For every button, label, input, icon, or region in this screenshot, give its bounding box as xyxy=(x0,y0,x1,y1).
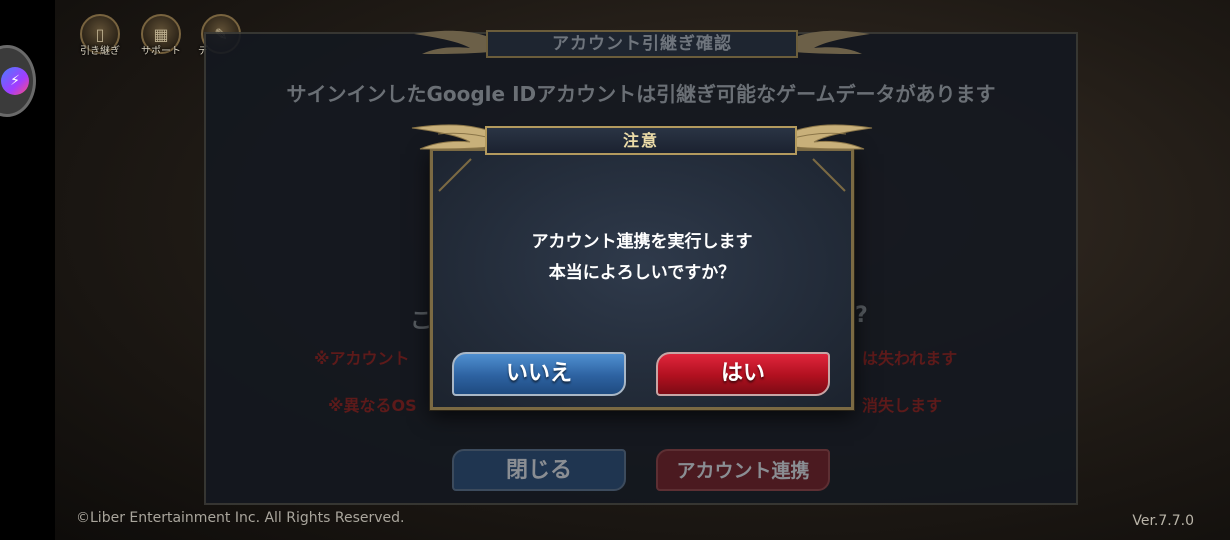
background-warning1-left: ※アカウント xyxy=(314,349,410,368)
yes-button[interactable]: はい xyxy=(656,352,830,396)
background-question-left: こ xyxy=(410,309,433,334)
background-question-right: ? xyxy=(855,303,868,328)
modal-message-line2: 本当によろしいですか？ xyxy=(548,263,736,283)
modal-title: 注意 xyxy=(485,126,797,155)
modal-message: アカウント連携を実行します 本当によろしいですか？ xyxy=(430,227,854,289)
background-dialog-title: アカウント引継ぎ確認 xyxy=(486,30,798,58)
close-button[interactable]: 閉じる xyxy=(452,449,626,491)
version-text: Ver.7.7.0 xyxy=(1132,513,1194,529)
transfer-menu-button[interactable]: ▯ 引き継ぎ xyxy=(75,14,125,57)
modal-message-line1: アカウント連携を実行します xyxy=(531,232,753,252)
modal-corner-right xyxy=(812,158,846,192)
background-warning1-right: は失われます xyxy=(862,349,958,368)
no-button[interactable]: いいえ xyxy=(452,352,626,396)
background-dialog-subtitle: サインインしたGoogle IDアカウントは引継ぎ可能なゲームデータがあります xyxy=(286,82,996,106)
background-warning2-right: 消失します xyxy=(862,396,943,415)
support-menu-button[interactable]: ▦ サポート xyxy=(136,14,186,57)
modal-corner-left xyxy=(438,158,472,192)
background-warning2-left: ※異なるOS xyxy=(328,396,417,415)
transfer-menu-label: 引き継ぎ xyxy=(80,46,120,57)
account-link-button[interactable]: アカウント連携 xyxy=(656,449,830,491)
messenger-icon: ⚡ xyxy=(1,67,29,95)
support-menu-label: サポート xyxy=(141,46,181,57)
copyright-text: ©Liber Entertainment Inc. All Rights Res… xyxy=(76,510,405,526)
